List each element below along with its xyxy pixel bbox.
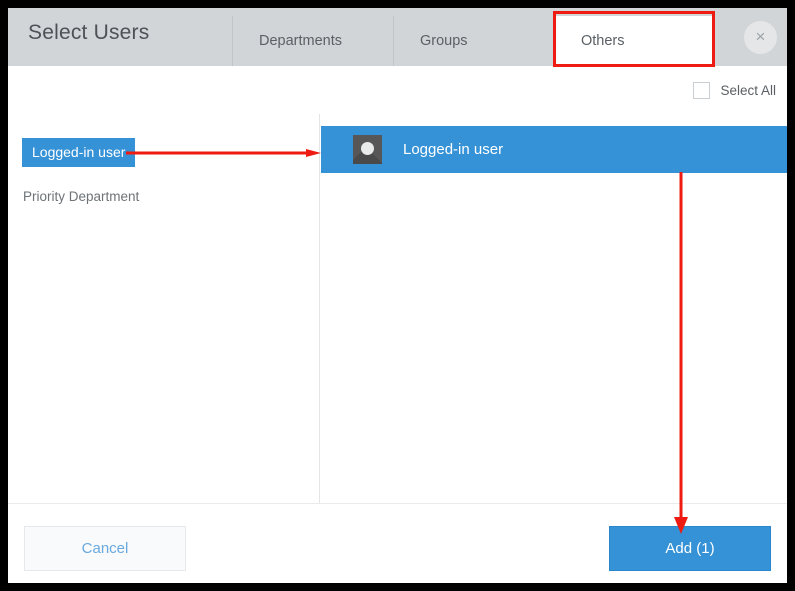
selected-user-label: Logged-in user bbox=[403, 141, 503, 158]
cancel-button-label: Cancel bbox=[82, 540, 129, 557]
close-icon: × bbox=[756, 28, 766, 45]
dialog-footer: Cancel Add (1) bbox=[8, 503, 787, 583]
user-avatar-icon bbox=[353, 135, 382, 164]
left-browse-panel: Logged-in user Priority Department bbox=[8, 114, 320, 503]
right-selection-panel: Logged-in user bbox=[321, 114, 787, 503]
cancel-button[interactable]: Cancel bbox=[24, 526, 186, 571]
tab-departments[interactable]: Departments bbox=[232, 16, 393, 66]
add-button[interactable]: Add (1) bbox=[609, 526, 771, 571]
add-button-label: Add (1) bbox=[665, 540, 714, 557]
screen: Select Users Departments Groups Others × bbox=[0, 0, 795, 591]
tab-departments-label: Departments bbox=[259, 33, 342, 49]
breadcrumb-chip-logged-in-user[interactable]: Logged-in user bbox=[22, 138, 135, 167]
list-item-priority-department[interactable]: Priority Department bbox=[23, 189, 139, 204]
dialog-header: Select Users Departments Groups Others × bbox=[8, 8, 787, 66]
tab-groups[interactable]: Groups bbox=[393, 16, 554, 66]
select-users-dialog: Select Users Departments Groups Others × bbox=[8, 8, 787, 583]
page-title: Select Users bbox=[28, 21, 149, 45]
select-all-control[interactable]: Select All bbox=[693, 82, 776, 99]
avatar-head bbox=[361, 142, 374, 155]
tab-others[interactable]: Others bbox=[554, 16, 715, 66]
close-button[interactable]: × bbox=[744, 21, 777, 54]
tab-others-label: Others bbox=[581, 33, 625, 49]
dialog-body: Logged-in user Priority Department Logge… bbox=[8, 114, 787, 503]
select-all-checkbox[interactable] bbox=[693, 82, 710, 99]
select-all-label: Select All bbox=[720, 83, 776, 98]
tab-bar: Departments Groups Others bbox=[232, 16, 715, 66]
list-item-selected-user[interactable]: Logged-in user bbox=[321, 126, 787, 173]
tab-groups-label: Groups bbox=[420, 33, 468, 49]
